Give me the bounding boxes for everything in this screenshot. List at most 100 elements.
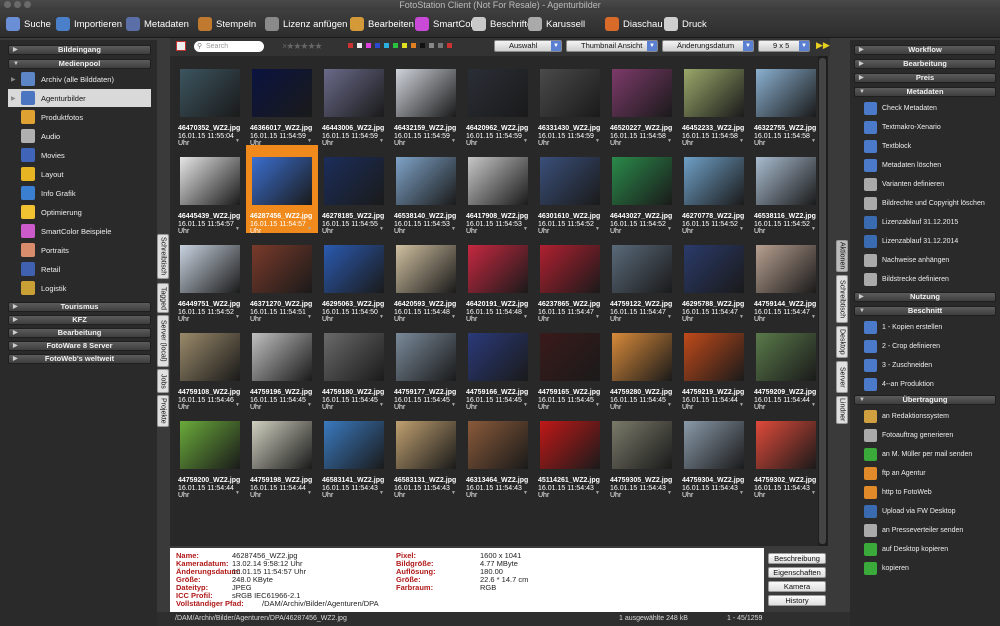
thumbnail-cell[interactable]: 44759209_WZ2.jpg 16.01.15 11:54:44 Uhr ▼ xyxy=(750,321,822,411)
thumbnail-cell[interactable]: 46366017_WZ2.jpg 16.01.15 11:54:59 Uhr ▼ xyxy=(246,57,318,147)
grid-scrollbar[interactable] xyxy=(818,56,828,546)
thumbnail-cell[interactable]: 44759165_WZ2.jpg 16.01.15 11:54:45 Uhr ▼ xyxy=(534,321,606,411)
thumbnail-cell[interactable]: 46278185_WZ2.jpg 16.01.15 11:54:55 Uhr ▼ xyxy=(318,145,390,235)
action-2-crop-definieren[interactable]: 2 - Crop definieren xyxy=(864,338,998,354)
kamera-button[interactable]: Kamera xyxy=(768,581,826,592)
section-header-bearbeitung[interactable]: ▶ Bearbeitung xyxy=(854,59,996,69)
left-tab-schreibtisch[interactable]: Schreibtisch xyxy=(157,234,169,279)
left-tab-server-local[interactable]: Server (local) xyxy=(157,315,169,367)
action-ftp-an-agentur[interactable]: ftp an Agentur xyxy=(864,465,998,481)
thumbnail-cell[interactable]: 46270778_WZ2.jpg 16.01.15 11:54:52 Uhr ▼ xyxy=(678,145,750,235)
thumbnail-cell[interactable]: 46420191_WZ2.jpg 16.01.15 11:54:48 Uhr ▼ xyxy=(462,233,534,323)
action-lizenzablauf-31-12-2014[interactable]: Lizenzablauf 31.12.2014 xyxy=(864,233,998,249)
thumbnail-cell[interactable]: 44759177_WZ2.jpg 16.01.15 11:54:45 Uhr ▼ xyxy=(390,321,462,411)
left-tab-jobs[interactable]: Jobs xyxy=(157,369,169,393)
thumbnail-cell[interactable]: 46322755_WZ2.jpg 16.01.15 11:54:58 Uhr ▼ xyxy=(750,57,822,147)
thumbnail-cell[interactable]: 46520227_WZ2.jpg 16.01.15 11:54:58 Uhr ▼ xyxy=(606,57,678,147)
thumbnail-cell[interactable]: 46417908_WZ2.jpg 16.01.15 11:54:53 Uhr ▼ xyxy=(462,145,534,235)
action-an-redaktionssystem[interactable]: an Redaktionssystem xyxy=(864,408,998,424)
right-tab-schreibtisch[interactable]: Schreibtisch xyxy=(836,275,848,323)
left-tab-tagged[interactable]: Tagged xyxy=(157,283,169,313)
thumbnail-cell[interactable]: 44759180_WZ2.jpg 16.01.15 11:54:45 Uhr ▼ xyxy=(318,321,390,411)
section-header-fotoweb-s-weltweit[interactable]: ▶ FotoWeb's weltweit xyxy=(8,354,151,364)
search-field[interactable]: ⚲ Search xyxy=(194,41,264,52)
section-header-medienpool[interactable]: ▼ Medienpool xyxy=(8,59,151,69)
thumbnail-cell[interactable]: 46443006_WZ2.jpg 16.01.15 11:54:59 Uhr ▼ xyxy=(318,57,390,147)
fast-forward-icon[interactable]: ▶▶ xyxy=(816,40,830,51)
thumbnail-cell[interactable]: 44759108_WZ2.jpg 16.01.15 11:54:46 Uhr ▼ xyxy=(174,321,246,411)
section-header-workflow[interactable]: ▶ Workflow xyxy=(854,45,996,55)
bearbeiten-button[interactable]: Bearbeiten xyxy=(350,15,414,33)
thumbnail-cell[interactable]: 46452233_WZ2.jpg 16.01.15 11:54:58 Uhr ▼ xyxy=(678,57,750,147)
zoom-window-button[interactable] xyxy=(24,1,31,8)
thumbnail-cell[interactable]: 46301610_WZ2.jpg 16.01.15 11:54:52 Uhr ▼ xyxy=(534,145,606,235)
thumbnail-cell[interactable]: 46443027_WZ2.jpg 16.01.15 11:54:52 Uhr ▼ xyxy=(606,145,678,235)
thumbnail-cell[interactable]: 46420962_WZ2.jpg 16.01.15 11:54:59 Uhr ▼ xyxy=(462,57,534,147)
action-an-presseverteiler-senden[interactable]: an Presseverteiler senden xyxy=(864,522,998,538)
sidebar-item-optimierung[interactable]: Optimierung xyxy=(8,203,151,221)
action-kopieren[interactable]: kopieren xyxy=(864,560,998,576)
action-4-an-produktion[interactable]: 4--an Produktion xyxy=(864,376,998,392)
action-lizenzablauf-31-12-2015[interactable]: Lizenzablauf 31.12.2015 xyxy=(864,214,998,230)
action-varianten-definieren[interactable]: Varianten definieren xyxy=(864,176,998,192)
section-header-preis[interactable]: ▶ Preis xyxy=(854,73,996,83)
sidebar-item-movies[interactable]: Movies xyxy=(8,146,151,164)
thumbnail-cell[interactable]: 44759122_WZ2.jpg 16.01.15 11:54:47 Uhr ▼ xyxy=(606,233,678,323)
thumbnail-cell[interactable]: 46445439_WZ2.jpg 16.01.15 11:54:57 Uhr ▼ xyxy=(174,145,246,235)
action-nachweise-anh-ngen[interactable]: Nachweise anhängen xyxy=(864,252,998,268)
karussell-button[interactable]: Karussell xyxy=(528,15,585,33)
selection-dropdown[interactable]: Auswahl ▼ xyxy=(494,40,562,52)
thumbnail-cell[interactable]: 46583131_WZ2.jpg 16.01.15 11:54:43 Uhr ▼ xyxy=(390,409,462,499)
thumbnail-cell[interactable]: 44759219_WZ2.jpg 16.01.15 11:54:44 Uhr ▼ xyxy=(678,321,750,411)
thumbnail-cell[interactable]: 44759198_WZ2.jpg 16.01.15 11:54:44 Uhr ▼ xyxy=(246,409,318,499)
thumbnail-cell[interactable]: 46432159_WZ2.jpg 16.01.15 11:54:59 Uhr ▼ xyxy=(390,57,462,147)
action-http-to-fotoweb[interactable]: http to FotoWeb xyxy=(864,484,998,500)
view-mode-dropdown[interactable]: Thumbnail Ansicht ▼ xyxy=(566,40,658,52)
right-tab-desktop[interactable]: Desktop xyxy=(836,326,848,358)
section-header-nutzung[interactable]: ▶ Nutzung xyxy=(854,292,996,302)
section-header-metadaten[interactable]: ▼ Metadaten xyxy=(854,87,996,97)
thumbnail-cell[interactable]: 44759196_WZ2.jpg 16.01.15 11:54:45 Uhr ▼ xyxy=(246,321,318,411)
thumbnail-cell[interactable]: 46538140_WZ2.jpg 16.01.15 11:54:53 Uhr ▼ xyxy=(390,145,462,235)
thumbnail-cell[interactable]: 44759302_WZ2.jpg 16.01.15 11:54:43 Uhr ▼ xyxy=(750,409,822,499)
action-fotoauftrag-generieren[interactable]: Fotoauftrag generieren xyxy=(864,427,998,443)
action-bildstrecke-definieren[interactable]: Bildstrecke definieren xyxy=(864,271,998,287)
thumbnail-cell[interactable]: 44759304_WZ2.jpg 16.01.15 11:54:43 Uhr ▼ xyxy=(678,409,750,499)
rating-filter[interactable]: ×★★★★★ xyxy=(282,41,323,52)
sort-dropdown[interactable]: Änderungsdatum ▼ xyxy=(662,40,754,52)
thumbnail-cell[interactable]: 46331430_WZ2.jpg 16.01.15 11:54:59 Uhr ▼ xyxy=(534,57,606,147)
sidebar-item-agenturbilder[interactable]: ▶ Agenturbilder xyxy=(8,89,151,107)
lizenz-anf-gen-button[interactable]: Lizenz anfügen xyxy=(265,15,347,33)
action-3-zuschneiden[interactable]: 3 - Zuschneiden xyxy=(864,357,998,373)
action-bildrechte-und-copyright-l-schen[interactable]: Bildrechte und Copyright löschen xyxy=(864,195,998,211)
thumbnail-cell[interactable]: 45114261_WZ2.jpg 16.01.15 11:54:43 Uhr ▼ xyxy=(534,409,606,499)
section-header-kfz[interactable]: ▶ KFZ xyxy=(8,315,151,325)
action-an-m-m-ller-per-mail-senden[interactable]: an M. Müller per mail senden xyxy=(864,446,998,462)
thumbnail-cell[interactable]: 46420593_WZ2.jpg 16.01.15 11:54:48 Uhr ▼ xyxy=(390,233,462,323)
action-metadaten-l-schen[interactable]: Metadaten löschen xyxy=(864,157,998,173)
thumbnail-cell[interactable]: 46449751_WZ2.jpg 16.01.15 11:54:52 Uhr ▼ xyxy=(174,233,246,323)
thumbnail-cell[interactable]: 46583141_WZ2.jpg 16.01.15 11:54:43 Uhr ▼ xyxy=(318,409,390,499)
right-tab-aktionen[interactable]: Aktionen xyxy=(836,240,848,272)
sidebar-item-produktfotos[interactable]: Produktfotos xyxy=(8,108,151,126)
thumbnail-cell[interactable]: 44759166_WZ2.jpg 16.01.15 11:54:45 Uhr ▼ xyxy=(462,321,534,411)
minimize-window-button[interactable] xyxy=(14,1,21,8)
thumbnail-cell[interactable]: 46237865_WZ2.jpg 16.01.15 11:54:47 Uhr ▼ xyxy=(534,233,606,323)
thumbnail-cell[interactable]: 44759305_WZ2.jpg 16.01.15 11:54:43 Uhr ▼ xyxy=(606,409,678,499)
metadaten-button[interactable]: Metadaten xyxy=(126,15,189,33)
section-header-bildeingang[interactable]: ▶ Bildeingang xyxy=(8,45,151,55)
thumbnail-cell[interactable]: 46295063_WZ2.jpg 16.01.15 11:54:50 Uhr ▼ xyxy=(318,233,390,323)
thumbnail-cell[interactable]: 46295788_WZ2.jpg 16.01.15 11:54:47 Uhr ▼ xyxy=(678,233,750,323)
thumbnail-cell[interactable]: 44759280_WZ2.jpg 16.01.15 11:54:45 Uhr ▼ xyxy=(606,321,678,411)
left-tab-projekte[interactable]: Projekte xyxy=(157,395,169,427)
diaschau-button[interactable]: Diaschau xyxy=(605,15,663,33)
druck-button[interactable]: Druck xyxy=(664,15,707,33)
thumbnail-cell[interactable]: 44759144_WZ2.jpg 16.01.15 11:54:47 Uhr ▼ xyxy=(750,233,822,323)
thumbnail-cell[interactable]: 46538116_WZ2.jpg 16.01.15 11:54:52 Uhr ▼ xyxy=(750,145,822,235)
sidebar-item-portraits[interactable]: Portraits xyxy=(8,241,151,259)
stempeln-button[interactable]: Stempeln xyxy=(198,15,256,33)
beschreibung-button[interactable]: Beschreibung xyxy=(768,553,826,564)
thumbnail-cell[interactable]: 46287456_WZ2.jpg 16.01.15 11:54:57 Uhr ▼ xyxy=(246,145,318,235)
sidebar-item-retail[interactable]: Retail xyxy=(8,260,151,278)
right-tab-server[interactable]: Server xyxy=(836,361,848,393)
